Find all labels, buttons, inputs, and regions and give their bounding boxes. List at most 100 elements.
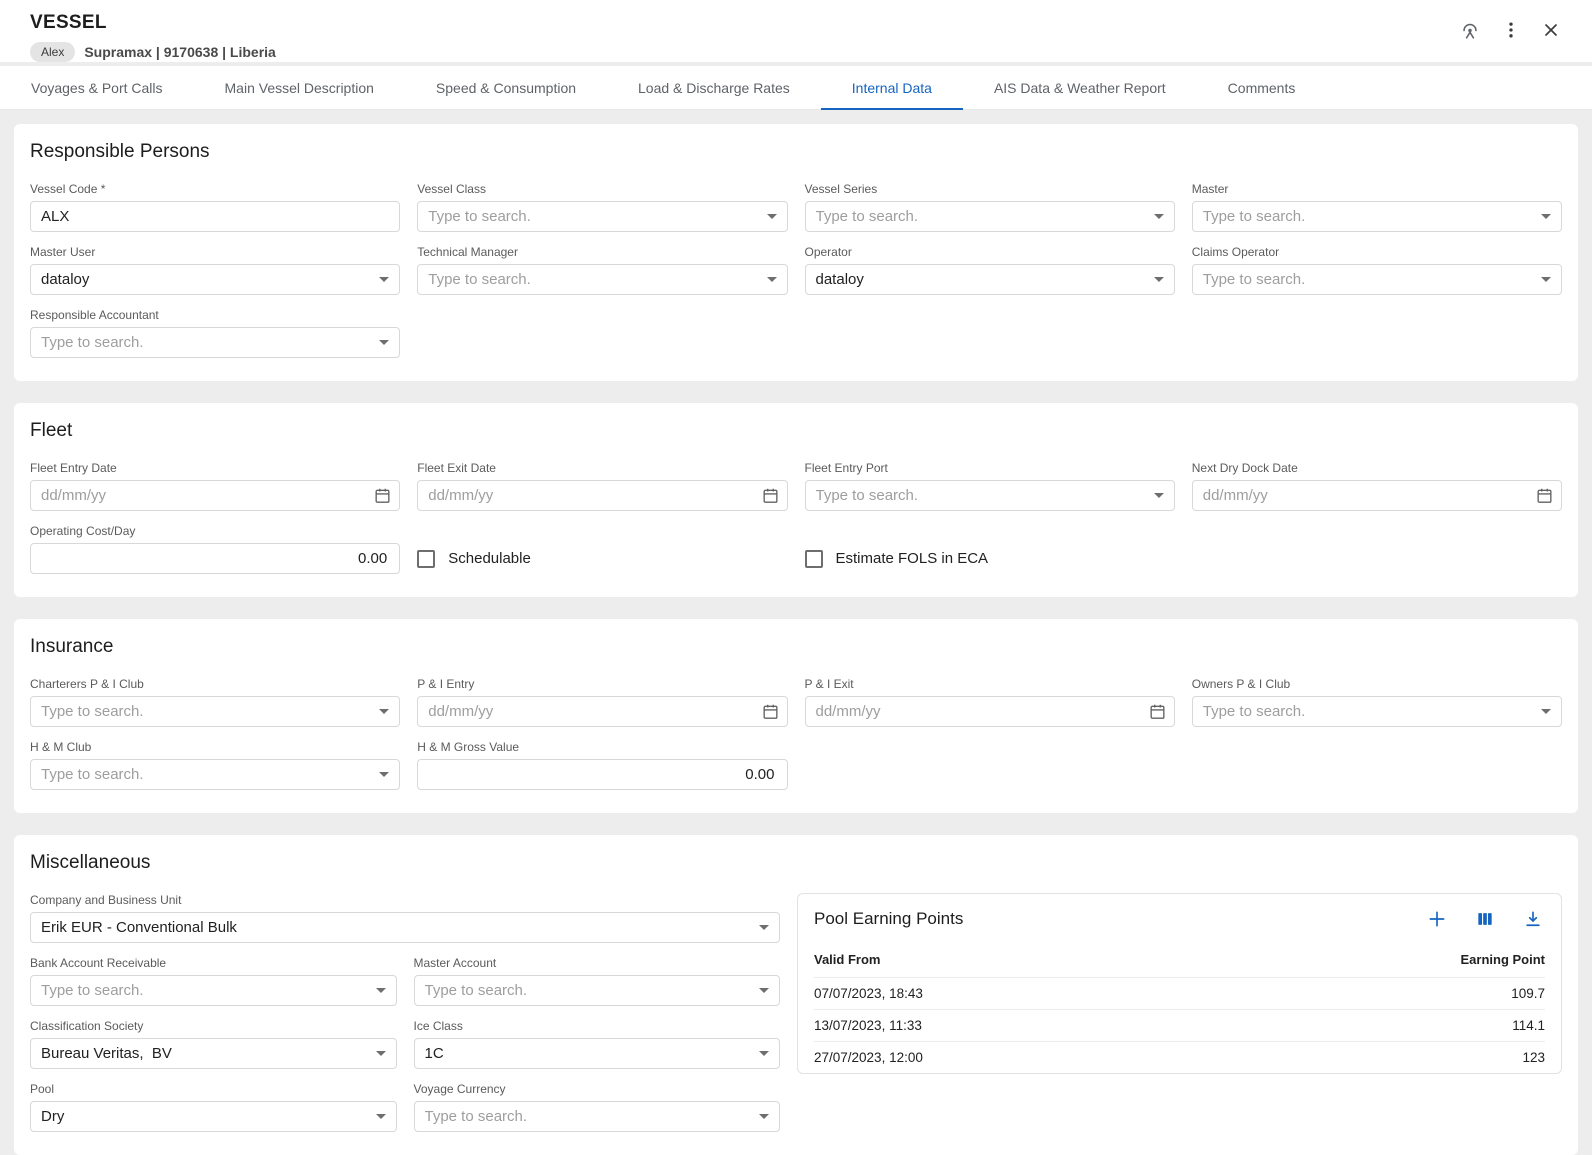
field-label: Voyage Currency xyxy=(414,1082,781,1096)
download-icon[interactable] xyxy=(1521,907,1545,931)
tab-internal-data[interactable]: Internal Data xyxy=(821,66,963,109)
calendar-icon[interactable] xyxy=(761,702,780,721)
table-header-row: Valid From Earning Point xyxy=(814,941,1545,978)
field-technical-manager: Technical Manager xyxy=(417,245,787,295)
master-account-select[interactable] xyxy=(414,975,781,1006)
technical-manager-select[interactable] xyxy=(417,264,787,295)
company-business-unit-select[interactable] xyxy=(30,912,780,943)
table-row[interactable]: 13/07/2023, 11:33 114.1 xyxy=(814,1010,1545,1042)
tab-main-vessel-description[interactable]: Main Vessel Description xyxy=(194,66,405,109)
classification-society-select[interactable] xyxy=(30,1038,397,1069)
grid-spacer xyxy=(805,740,1175,790)
pool-earning-points-actions xyxy=(1425,907,1545,931)
schedulable-checkbox[interactable]: Schedulable xyxy=(417,543,787,574)
column-header-earning-point: Earning Point xyxy=(1226,941,1545,978)
field-pool: Pool xyxy=(30,1082,397,1132)
field-label: Bank Account Receivable xyxy=(30,956,397,970)
responsible-persons-grid: Vessel Code * Vessel Class Vessel Series xyxy=(30,182,1562,358)
section-fleet: Fleet Fleet Entry Date Fleet Exit Da xyxy=(14,403,1578,597)
field-fleet-entry-date: Fleet Entry Date xyxy=(30,461,400,511)
table-row[interactable]: 27/07/2023, 12:00 123 xyxy=(814,1042,1545,1074)
field-fleet-exit-date: Fleet Exit Date xyxy=(417,461,787,511)
master-select[interactable] xyxy=(1192,201,1562,232)
miscellaneous-grid: Company and Business Unit Bank Account R… xyxy=(30,893,780,1132)
tab-comments[interactable]: Comments xyxy=(1197,66,1327,109)
vessel-code-input[interactable] xyxy=(30,201,400,232)
vessel-series-select[interactable] xyxy=(805,201,1175,232)
ice-class-select[interactable] xyxy=(414,1038,781,1069)
view-columns-icon[interactable] xyxy=(1473,907,1497,931)
field-operator: Operator xyxy=(805,245,1175,295)
pi-exit-date-input[interactable] xyxy=(805,696,1175,727)
field-classification-society: Classification Society xyxy=(30,1019,397,1069)
vessel-subtitle: Supramax | 9170638 | Liberia xyxy=(84,44,276,60)
field-claims-operator: Claims Operator xyxy=(1192,245,1562,295)
section-miscellaneous: Miscellaneous Company and Business Unit … xyxy=(14,835,1578,1155)
field-company-business-unit: Company and Business Unit xyxy=(30,893,780,943)
master-user-select[interactable] xyxy=(30,264,400,295)
vessel-window: VESSEL Alex Supramax | 9170638 | Liberia xyxy=(0,0,1592,1155)
field-label: Ice Class xyxy=(414,1019,781,1033)
field-pi-entry: P & I Entry xyxy=(417,677,787,727)
field-charterers-pi-club: Charterers P & I Club xyxy=(30,677,400,727)
responsible-accountant-select[interactable] xyxy=(30,327,400,358)
field-label: Pool xyxy=(30,1082,397,1096)
field-pi-exit: P & I Exit xyxy=(805,677,1175,727)
field-label: Fleet Entry Date xyxy=(30,461,400,475)
add-icon[interactable] xyxy=(1425,907,1449,931)
pool-earning-points-card: Pool Earning Points xyxy=(797,893,1562,1074)
fleet-exit-date-input[interactable] xyxy=(417,480,787,511)
calendar-icon[interactable] xyxy=(1148,702,1167,721)
field-master: Master xyxy=(1192,182,1562,232)
tab-load-discharge-rates[interactable]: Load & Discharge Rates xyxy=(607,66,821,109)
calendar-icon[interactable] xyxy=(373,486,392,505)
window-header: VESSEL Alex Supramax | 9170638 | Liberia xyxy=(0,0,1592,62)
owners-pi-club-select[interactable] xyxy=(1192,696,1562,727)
pi-entry-date-input[interactable] xyxy=(417,696,787,727)
field-label: H & M Club xyxy=(30,740,400,754)
hm-gross-value-input[interactable] xyxy=(417,759,787,790)
vessel-class-select[interactable] xyxy=(417,201,787,232)
earning-point-cell: 114.1 xyxy=(1226,1010,1545,1042)
table-row[interactable]: 07/07/2023, 18:43 109.7 xyxy=(814,978,1545,1010)
field-vessel-class: Vessel Class xyxy=(417,182,787,232)
operating-cost-day-input[interactable] xyxy=(30,543,400,574)
field-label: Vessel Code * xyxy=(30,182,400,196)
field-label: P & I Exit xyxy=(805,677,1175,691)
earning-point-cell: 109.7 xyxy=(1226,978,1545,1010)
vessel-alias-badge: Alex xyxy=(30,42,75,62)
operator-select[interactable] xyxy=(805,264,1175,295)
field-label: Master Account xyxy=(414,956,781,970)
tab-ais-data-weather-report[interactable]: AIS Data & Weather Report xyxy=(963,66,1197,109)
claims-operator-select[interactable] xyxy=(1192,264,1562,295)
calendar-icon[interactable] xyxy=(1535,486,1554,505)
section-title: Responsible Persons xyxy=(30,141,1562,163)
section-insurance: Insurance Charterers P & I Club P & I En… xyxy=(14,619,1578,813)
voyage-currency-select[interactable] xyxy=(414,1101,781,1132)
bank-account-receivable-select[interactable] xyxy=(30,975,397,1006)
pool-earning-points-title: Pool Earning Points xyxy=(814,909,963,929)
fleet-entry-date-input[interactable] xyxy=(30,480,400,511)
estimate-fols-in-eca-checkbox[interactable]: Estimate FOLS in ECA xyxy=(805,543,1175,574)
field-next-dry-dock-date: Next Dry Dock Date xyxy=(1192,461,1562,511)
calendar-icon[interactable] xyxy=(761,486,780,505)
antenna-icon[interactable] xyxy=(1454,14,1486,46)
pool-earning-points-table: Valid From Earning Point 07/07/2023, 18:… xyxy=(814,941,1545,1073)
kebab-menu-icon[interactable] xyxy=(1496,15,1526,45)
field-vessel-series: Vessel Series xyxy=(805,182,1175,232)
field-label: Master User xyxy=(30,245,400,259)
field-label: Operating Cost/Day xyxy=(30,524,400,538)
field-master-account: Master Account xyxy=(414,956,781,1006)
pool-select[interactable] xyxy=(30,1101,397,1132)
field-owners-pi-club: Owners P & I Club xyxy=(1192,677,1562,727)
fleet-entry-port-select[interactable] xyxy=(805,480,1175,511)
tab-voyages-port-calls[interactable]: Voyages & Port Calls xyxy=(0,66,194,109)
valid-from-cell: 07/07/2023, 18:43 xyxy=(814,978,1226,1010)
charterers-pi-club-select[interactable] xyxy=(30,696,400,727)
field-label: Vessel Series xyxy=(805,182,1175,196)
tab-speed-consumption[interactable]: Speed & Consumption xyxy=(405,66,607,109)
hm-club-select[interactable] xyxy=(30,759,400,790)
close-icon[interactable] xyxy=(1536,15,1566,45)
field-label: Claims Operator xyxy=(1192,245,1562,259)
next-dry-dock-date-input[interactable] xyxy=(1192,480,1562,511)
